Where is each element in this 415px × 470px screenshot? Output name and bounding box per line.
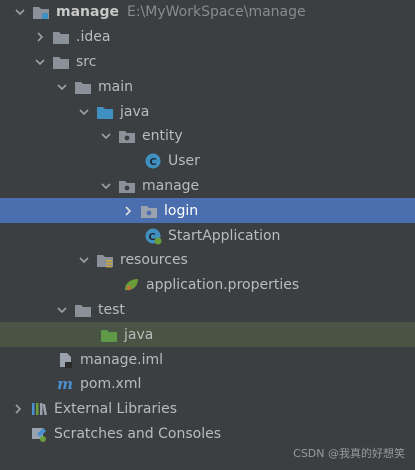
package-icon <box>118 127 136 145</box>
tree-node-manage-package[interactable]: manage <box>0 174 415 199</box>
tree-node-label: manage <box>142 177 200 194</box>
tree-node-resources[interactable]: resources <box>0 248 415 273</box>
chevron-down-icon[interactable] <box>32 54 48 70</box>
tree-node-label: User <box>168 153 200 170</box>
source-folder-icon <box>96 103 114 121</box>
scratches-icon <box>30 425 48 443</box>
tree-node-label: java <box>120 103 150 120</box>
tree-node-root[interactable]: manage E:\MyWorkSpace\manage <box>0 0 415 25</box>
svg-text:C: C <box>149 157 156 168</box>
folder-icon <box>52 53 70 71</box>
tree-node-scratches[interactable]: Scratches and Consoles <box>0 422 415 447</box>
chevron-down-icon[interactable] <box>98 128 114 144</box>
libraries-icon <box>30 400 48 418</box>
tree-node-src[interactable]: src <box>0 50 415 75</box>
chevron-down-icon[interactable] <box>98 178 114 194</box>
tree-node-external-libraries[interactable]: External Libraries <box>0 397 415 422</box>
tree-node-test[interactable]: test <box>0 298 415 323</box>
resources-folder-icon <box>96 251 114 269</box>
tree-node-label: main <box>98 78 133 95</box>
tree-node-label: .idea <box>76 29 111 46</box>
tree-node-label: External Libraries <box>54 401 177 418</box>
class-icon: C <box>144 152 162 170</box>
spring-boot-class-icon: C <box>144 227 162 245</box>
tree-node-label: application.properties <box>146 277 300 294</box>
package-icon <box>140 202 158 220</box>
module-folder-icon <box>32 3 50 21</box>
tree-node-entity[interactable]: entity <box>0 124 415 149</box>
tree-node-label: java <box>124 326 154 343</box>
chevron-right-icon[interactable] <box>10 401 26 417</box>
test-source-folder-icon <box>100 326 118 344</box>
tree-node-test-java[interactable]: java <box>0 322 415 348</box>
tree-node-label: pom.xml <box>80 376 142 393</box>
properties-file-icon <box>122 276 140 294</box>
folder-icon <box>74 301 92 319</box>
tree-node-label: login <box>164 202 199 219</box>
chevron-down-icon[interactable] <box>76 104 92 120</box>
tree-node-label: src <box>76 53 97 70</box>
tree-node-label: StartApplication <box>168 227 281 244</box>
chevron-right-icon[interactable] <box>120 203 136 219</box>
chevron-down-icon[interactable] <box>54 302 70 318</box>
tree-node-login[interactable]: login <box>0 198 415 224</box>
maven-icon: m <box>56 375 74 393</box>
tree-node-pom[interactable]: m pom.xml <box>0 372 415 397</box>
tree-node-idea[interactable]: .idea <box>0 25 415 50</box>
tree-node-manage-iml[interactable]: manage.iml <box>0 347 415 372</box>
project-path: E:\MyWorkSpace\manage <box>126 4 306 21</box>
chevron-down-icon[interactable] <box>76 252 92 268</box>
svg-text:m: m <box>57 375 73 393</box>
tree-node-start-application[interactable]: C StartApplication <box>0 223 415 248</box>
chevron-down-icon[interactable] <box>12 4 28 20</box>
tree-node-main[interactable]: main <box>0 74 415 99</box>
folder-icon <box>52 28 70 46</box>
tree-node-label: Scratches and Consoles <box>54 425 221 442</box>
tree-node-java[interactable]: java <box>0 99 415 124</box>
tree-node-label: resources <box>120 252 188 269</box>
iml-file-icon <box>56 351 74 369</box>
tree-node-label: manage.iml <box>80 351 164 368</box>
chevron-down-icon[interactable] <box>54 79 70 95</box>
chevron-right-icon[interactable] <box>32 29 48 45</box>
tree-node-label: manage <box>56 4 119 21</box>
watermark-text: CSDN @我真的好想笑 <box>293 447 405 460</box>
tree-node-application-properties[interactable]: application.properties <box>0 273 415 298</box>
tree-node-label: test <box>98 301 125 318</box>
project-tree: manage E:\MyWorkSpace\manage .idea src m… <box>0 0 415 446</box>
package-icon <box>118 177 136 195</box>
folder-icon <box>74 78 92 96</box>
tree-node-user[interactable]: C User <box>0 149 415 174</box>
tree-node-label: entity <box>142 128 183 145</box>
